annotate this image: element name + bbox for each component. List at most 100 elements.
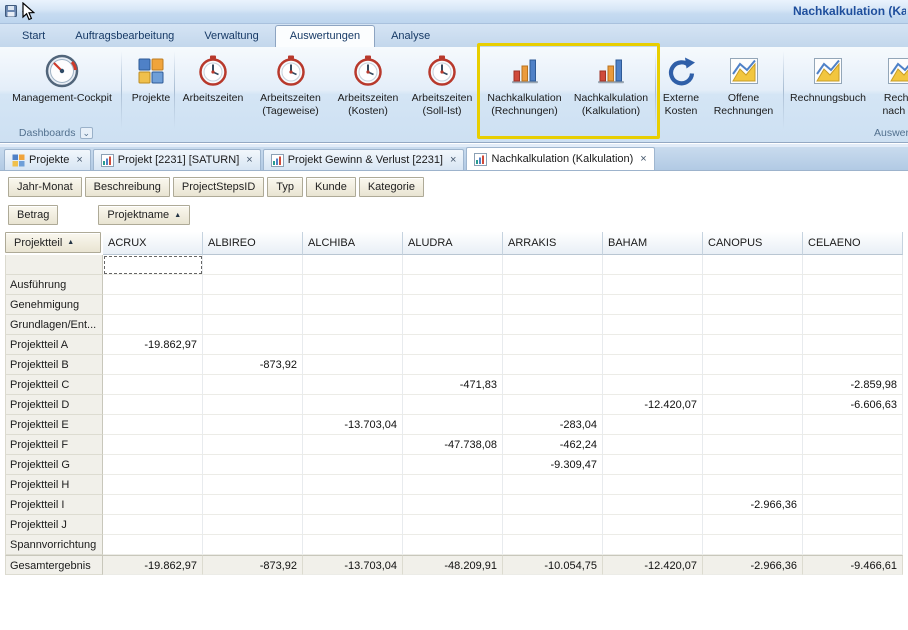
pivot-cell[interactable]	[803, 435, 903, 455]
pivot-cell[interactable]: -19.862,97	[103, 555, 203, 575]
pivot-cell[interactable]	[203, 475, 303, 495]
pivot-cell[interactable]	[203, 455, 303, 475]
pivot-cell[interactable]	[503, 255, 603, 275]
column-header-baham[interactable]: BAHAM	[603, 232, 703, 255]
pivot-cell[interactable]: -873,92	[203, 355, 303, 375]
row-header-projektteil-a[interactable]: Projektteil A	[5, 335, 103, 355]
pivot-cell[interactable]	[603, 335, 703, 355]
ribbon-tab-analyse[interactable]: Analyse	[377, 26, 444, 47]
row-field-projektteil[interactable]: Projektteil ▲	[5, 232, 101, 253]
pivot-cell[interactable]	[603, 515, 703, 535]
pivot-cell[interactable]	[803, 335, 903, 355]
pivot-cell[interactable]	[603, 315, 703, 335]
pivot-cell[interactable]	[303, 395, 403, 415]
pivot-cell[interactable]	[403, 515, 503, 535]
pivot-cell[interactable]	[503, 295, 603, 315]
pivot-cell[interactable]: -462,24	[503, 435, 603, 455]
pivot-cell[interactable]: -10.054,75	[503, 555, 603, 575]
pivot-cell[interactable]: -12.420,07	[603, 395, 703, 415]
ribbon-button-rechnungsbuch[interactable]: Rechnungsbuch	[786, 50, 870, 126]
row-header-empty[interactable]	[5, 255, 103, 275]
pivot-cell[interactable]	[803, 355, 903, 375]
pivot-cell[interactable]	[803, 535, 903, 555]
pivot-cell[interactable]	[803, 255, 903, 275]
pivot-cell[interactable]	[603, 275, 703, 295]
pivot-cell[interactable]	[503, 275, 603, 295]
filter-field-beschreibung[interactable]: Beschreibung	[85, 177, 170, 197]
ribbon-button-arbeitszeiten-soll-ist[interactable]: Arbeitszeiten (Soll-Ist)	[406, 50, 478, 126]
row-header-grundlagen-ent[interactable]: Grundlagen/Ent...	[5, 315, 103, 335]
pivot-cell[interactable]	[303, 535, 403, 555]
pivot-cell[interactable]	[603, 475, 703, 495]
pivot-cell[interactable]	[203, 275, 303, 295]
pivot-cell[interactable]	[203, 375, 303, 395]
close-icon[interactable]: ×	[450, 154, 456, 166]
pivot-cell[interactable]	[403, 415, 503, 435]
pivot-cell[interactable]: -48.209,91	[403, 555, 503, 575]
chevron-down-icon[interactable]: ⌄	[80, 127, 94, 139]
ribbon-button-offene-rechnungen[interactable]: Offene Rechnungen	[706, 50, 781, 126]
pivot-cell[interactable]	[803, 315, 903, 335]
pivot-cell[interactable]: -471,83	[403, 375, 503, 395]
row-header-projektteil-j[interactable]: Projektteil J	[5, 515, 103, 535]
pivot-cell[interactable]	[803, 475, 903, 495]
pivot-cell[interactable]	[103, 275, 203, 295]
filter-field-jahr-monat[interactable]: Jahr-Monat	[8, 177, 82, 197]
pivot-cell[interactable]	[303, 515, 403, 535]
column-header-canopus[interactable]: CANOPUS	[703, 232, 803, 255]
pivot-cell[interactable]	[103, 495, 203, 515]
ribbon-button-arbeitszeiten-kosten[interactable]: Arbeitszeiten (Kosten)	[332, 50, 404, 126]
pivot-cell[interactable]	[503, 475, 603, 495]
pivot-cell[interactable]	[403, 275, 503, 295]
row-header-projektteil-i[interactable]: Projektteil I	[5, 495, 103, 515]
pivot-cell[interactable]	[203, 495, 303, 515]
pivot-cell[interactable]	[203, 535, 303, 555]
row-header-spannvorrichtung[interactable]: Spannvorrichtung	[5, 535, 103, 555]
filter-field-kategorie[interactable]: Kategorie	[359, 177, 424, 197]
filter-field-kunde[interactable]: Kunde	[306, 177, 356, 197]
pivot-cell[interactable]	[703, 435, 803, 455]
ribbon-tab-verwaltung[interactable]: Verwaltung	[190, 26, 272, 47]
pivot-cell[interactable]	[203, 435, 303, 455]
pivot-cell[interactable]	[603, 295, 703, 315]
pivot-cell[interactable]	[503, 515, 603, 535]
row-header-ausführung[interactable]: Ausführung	[5, 275, 103, 295]
pivot-cell[interactable]	[803, 415, 903, 435]
document-tab-nachkalkulation-kalkulation[interactable]: Nachkalkulation (Kalkulation)×	[466, 147, 654, 170]
pivot-cell[interactable]	[103, 455, 203, 475]
pivot-cell[interactable]	[103, 415, 203, 435]
pivot-cell[interactable]	[403, 335, 503, 355]
column-field-projektname[interactable]: Projektname ▲	[98, 205, 190, 225]
ribbon-button-externe-kosten[interactable]: Externe Kosten	[657, 50, 705, 126]
pivot-cell[interactable]	[603, 435, 703, 455]
column-header-aludra[interactable]: ALUDRA	[403, 232, 503, 255]
pivot-cell[interactable]	[303, 375, 403, 395]
pivot-cell[interactable]: -2.966,36	[703, 555, 803, 575]
pivot-cell[interactable]	[803, 275, 903, 295]
pivot-cell[interactable]	[503, 395, 603, 415]
pivot-cell[interactable]	[203, 295, 303, 315]
row-header-gesamtergebnis[interactable]: Gesamtergebnis	[5, 555, 103, 575]
pivot-cell[interactable]	[403, 315, 503, 335]
row-header-projektteil-f[interactable]: Projektteil F	[5, 435, 103, 455]
pivot-cell[interactable]	[603, 455, 703, 475]
filter-field-typ[interactable]: Typ	[267, 177, 303, 197]
column-header-acrux[interactable]: ACRUX	[103, 232, 203, 255]
ribbon-button-projekte[interactable]: Projekte	[126, 50, 176, 126]
pivot-cell[interactable]: -9.309,47	[503, 455, 603, 475]
pivot-cell[interactable]	[103, 535, 203, 555]
pivot-cell[interactable]	[303, 355, 403, 375]
pivot-cell[interactable]	[203, 335, 303, 355]
pivot-cell[interactable]: -9.466,61	[803, 555, 903, 575]
pivot-cell[interactable]	[103, 355, 203, 375]
pivot-cell[interactable]	[603, 375, 703, 395]
pivot-cell[interactable]	[703, 275, 803, 295]
pivot-cell[interactable]	[503, 335, 603, 355]
ribbon-tab-auftragsbearbeitung[interactable]: Auftragsbearbeitung	[61, 26, 188, 47]
pivot-cell[interactable]	[803, 495, 903, 515]
pivot-cell[interactable]	[503, 375, 603, 395]
pivot-cell[interactable]	[803, 295, 903, 315]
document-tab-projekte[interactable]: Projekte×	[4, 149, 91, 170]
row-header-genehmigung[interactable]: Genehmigung	[5, 295, 103, 315]
pivot-cell[interactable]	[503, 535, 603, 555]
